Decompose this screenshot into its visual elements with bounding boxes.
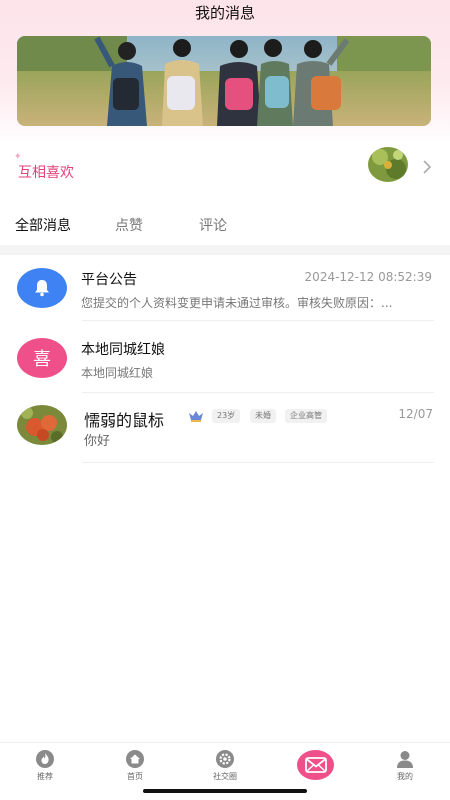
message-time: 12/07 [398, 407, 433, 421]
section-divider [0, 245, 450, 255]
message-preview: 您提交的个人资料变更申请未通过审核。审核失败原因：... [81, 296, 393, 310]
nav-label: 首页 [127, 772, 143, 781]
home-icon [126, 750, 144, 768]
tab-comments[interactable]: 评论 [199, 215, 227, 235]
home-indicator [143, 789, 307, 793]
tab-likes[interactable]: 点赞 [115, 215, 143, 235]
vip-badge-icon [187, 408, 205, 422]
person-icon [397, 751, 413, 768]
nav-item-social[interactable]: 社交圈 [195, 749, 255, 782]
message-preview: 本地同城红娘 [81, 366, 154, 380]
row-divider [82, 392, 434, 393]
avatar [17, 405, 67, 445]
nav-item-home[interactable]: 首页 [105, 749, 165, 782]
fire-icon [36, 750, 54, 768]
bell-icon [17, 268, 67, 308]
tab-all-messages[interactable]: 全部消息 [15, 215, 71, 235]
message-tabs: 全部消息 点赞 评论 [0, 205, 450, 241]
user-tags: 23岁 未婚 企业高管 [212, 409, 342, 423]
nav-item-recommend[interactable]: 推荐 [15, 749, 75, 782]
avatar-text: 喜 [33, 349, 51, 370]
message-row-notice[interactable]: 平台公告 2024-12-12 08:52:39 您提交的个人资料变更申请未通过… [0, 255, 450, 321]
gear-icon [216, 750, 234, 768]
tag-occupation: 企业高管 [285, 409, 327, 423]
message-title: 本地同城红娘 [81, 342, 165, 358]
message-title: 平台公告 [81, 272, 137, 288]
row-divider [82, 462, 434, 463]
message-title: 懦弱的鼠标 [84, 411, 165, 430]
message-preview: 你好 [84, 434, 111, 449]
nav-label: 我的 [397, 772, 413, 781]
mutual-likes-label: 互相喜欢 [18, 165, 74, 181]
row-divider [82, 320, 434, 321]
nav-label: 社交圈 [213, 772, 237, 781]
page-title: 我的消息 [194, 4, 255, 22]
sparkle-icon: ✦ [14, 152, 22, 162]
nav-item-profile[interactable]: 我的 [375, 749, 435, 782]
banner-image[interactable] [17, 36, 431, 126]
message-time: 2024-12-12 08:52:39 [304, 270, 432, 284]
tag-age: 23岁 [212, 409, 241, 423]
message-row-matchmaker[interactable]: 喜 本地同城红娘 本地同城红娘 [0, 327, 450, 393]
message-row-user[interactable]: 懦弱的鼠标 23岁 未婚 企业高管 12/07 你好 [0, 395, 450, 463]
mail-icon [304, 757, 327, 773]
avatar: 喜 [17, 338, 67, 378]
tag-marital-status: 未婚 [250, 409, 276, 423]
nav-label: 推荐 [37, 772, 53, 781]
nav-item-messages[interactable] [297, 750, 334, 780]
chevron-right-icon[interactable] [422, 160, 432, 174]
mutual-likes-avatar[interactable] [368, 147, 408, 182]
